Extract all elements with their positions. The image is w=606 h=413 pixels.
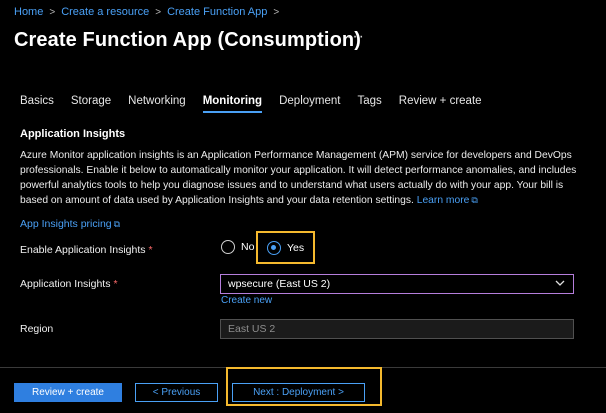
required-marker: *: [113, 278, 118, 290]
radio-button-no[interactable]: [221, 240, 235, 254]
tab-deployment[interactable]: Deployment: [279, 95, 340, 113]
create-new-link[interactable]: Create new: [221, 295, 272, 306]
app-insights-pricing-link[interactable]: App Insights pricing: [20, 218, 112, 230]
chevron-right-icon: >: [49, 6, 56, 18]
chevron-right-icon: >: [155, 6, 162, 18]
tab-basics[interactable]: Basics: [20, 95, 54, 113]
radio-option-yes[interactable]: Yes: [256, 231, 315, 264]
app-insights-select[interactable]: wpsecure (East US 2): [220, 274, 574, 294]
radio-button-yes[interactable]: [267, 240, 281, 255]
breadcrumb-create-function-app[interactable]: Create Function App: [167, 6, 267, 18]
breadcrumb-create-resource[interactable]: Create a resource: [61, 6, 149, 18]
breadcrumb-home[interactable]: Home: [14, 6, 43, 18]
tab-networking[interactable]: Networking: [128, 95, 186, 113]
tab-review-create[interactable]: Review + create: [399, 95, 482, 113]
app-insights-label: Application Insights *: [20, 278, 118, 290]
description-text: Azure Monitor application insights is an…: [20, 150, 577, 206]
breadcrumb: Home > Create a resource > Create Functi…: [14, 6, 285, 18]
tab-bar: Basics Storage Networking Monitoring Dep…: [20, 95, 499, 113]
region-field: East US 2: [220, 319, 574, 339]
enable-app-insights-label: Enable Application Insights *: [20, 244, 153, 256]
tab-tags[interactable]: Tags: [357, 95, 381, 113]
region-label: Region: [20, 323, 54, 335]
required-marker: *: [148, 244, 153, 256]
external-link-icon: ⧉: [113, 219, 121, 229]
tab-monitoring[interactable]: Monitoring: [202, 95, 263, 113]
chevron-right-icon: >: [273, 6, 280, 18]
app-insights-selected-value: wpsecure (East US 2): [228, 278, 331, 290]
external-link-icon: ⧉: [471, 195, 478, 205]
app-insights-label-text: Application Insights: [20, 278, 111, 290]
enable-label-text: Enable Application Insights: [20, 244, 146, 256]
previous-button[interactable]: < Previous: [135, 383, 218, 402]
radio-option-no[interactable]: No: [221, 240, 254, 254]
section-description: Azure Monitor application insights is an…: [20, 148, 580, 208]
radio-label-yes: Yes: [287, 241, 305, 254]
more-options-icon[interactable]: ···: [346, 28, 365, 46]
chevron-down-icon: [555, 279, 565, 290]
review-create-button[interactable]: Review + create: [14, 383, 122, 402]
tab-storage[interactable]: Storage: [71, 95, 111, 113]
next-deployment-button[interactable]: Next : Deployment >: [232, 383, 365, 402]
pricing-link-row: App Insights pricing ⧉: [20, 218, 120, 230]
region-value: East US 2: [228, 323, 276, 335]
page-title: Create Function App (Consumption): [14, 29, 361, 51]
learn-more-link[interactable]: Learn more: [417, 195, 470, 206]
section-title: Application Insights: [20, 128, 126, 140]
radio-label-no: No: [241, 241, 255, 253]
